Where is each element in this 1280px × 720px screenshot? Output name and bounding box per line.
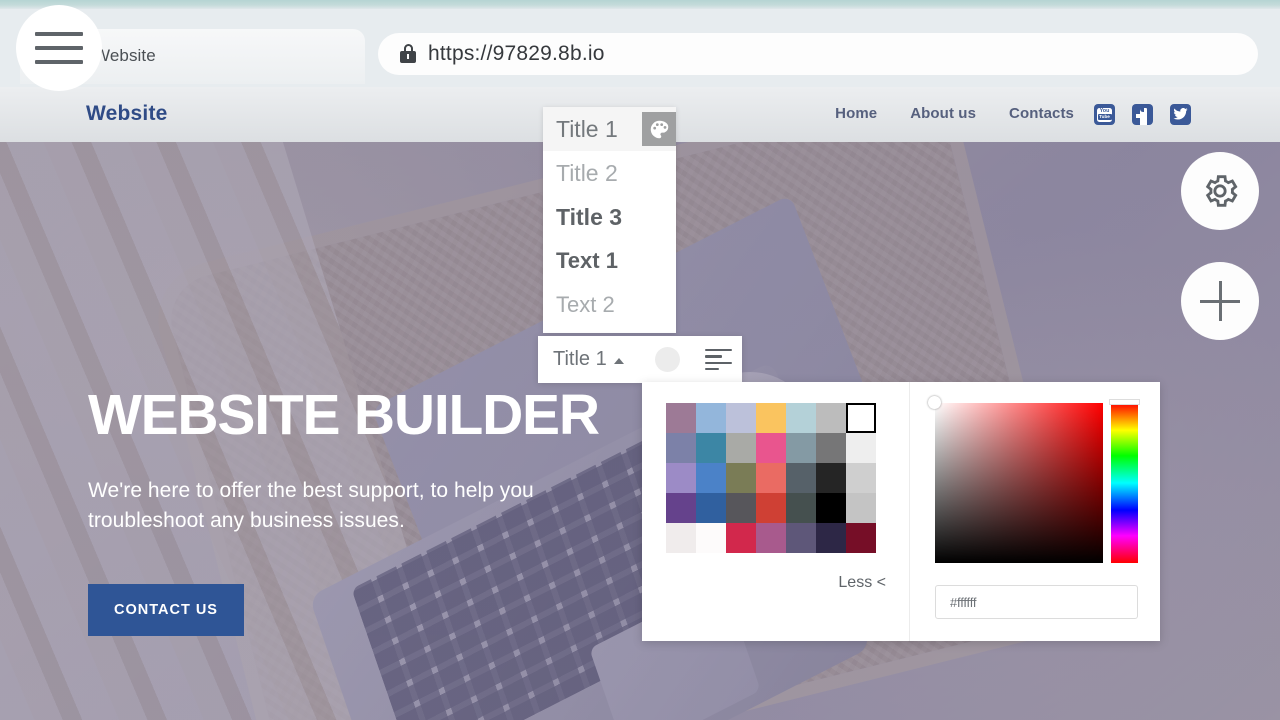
youtube-icon[interactable] xyxy=(1094,104,1115,125)
style-option-title-2[interactable]: Title 2 xyxy=(543,151,676,195)
color-palette-panel: Less < xyxy=(642,382,910,641)
hero-subtitle: We're here to offer the best support, to… xyxy=(88,479,534,532)
text-style-select[interactable]: Title 1 xyxy=(553,348,624,371)
color-swatch[interactable] xyxy=(786,433,816,463)
style-option-label: Text 2 xyxy=(556,292,615,317)
palette-icon[interactable] xyxy=(642,112,676,146)
add-element-fab-button[interactable] xyxy=(1181,262,1259,340)
text-style-select-value: Title 1 xyxy=(553,348,607,370)
color-swatch[interactable] xyxy=(726,523,756,553)
color-swatch[interactable] xyxy=(816,523,846,553)
saturation-value-handle[interactable] xyxy=(928,396,941,409)
social-links xyxy=(1094,104,1191,125)
facebook-icon[interactable] xyxy=(1132,104,1153,125)
hue-slider-handle[interactable] xyxy=(1109,399,1140,405)
color-swatch-grid xyxy=(666,403,876,553)
settings-fab-button[interactable] xyxy=(1181,152,1259,230)
color-swatch[interactable] xyxy=(696,493,726,523)
color-swatch[interactable] xyxy=(846,493,876,523)
color-swatch[interactable] xyxy=(846,463,876,493)
window-top-strip xyxy=(0,0,1280,9)
color-swatch[interactable] xyxy=(846,523,876,553)
color-swatch[interactable] xyxy=(816,493,846,523)
text-style-dropdown-menu: Title 1 Title 2 Title 3 Text 1 Text 2 xyxy=(543,107,676,333)
color-swatch[interactable] xyxy=(696,523,726,553)
style-option-text-2[interactable]: Text 2 xyxy=(543,283,676,327)
site-nav: Home About us Contacts xyxy=(835,105,1074,122)
color-swatch[interactable] xyxy=(666,403,696,433)
color-swatch[interactable] xyxy=(756,493,786,523)
color-picker-popover: Less < #ffffff xyxy=(642,382,1160,641)
style-option-label: Text 1 xyxy=(556,248,618,273)
browser-chrome-bar: Website https://97829.8b.io xyxy=(0,9,1280,87)
gear-icon xyxy=(1205,175,1238,207)
color-swatch[interactable] xyxy=(666,493,696,523)
style-option-title-1[interactable]: Title 1 xyxy=(543,107,676,151)
hamburger-menu-icon[interactable] xyxy=(16,5,102,91)
color-swatch[interactable] xyxy=(786,523,816,553)
style-option-label: Title 2 xyxy=(556,159,618,186)
color-swatch[interactable] xyxy=(726,433,756,463)
text-color-swatch-button[interactable] xyxy=(654,347,680,372)
caret-up-icon xyxy=(613,357,624,364)
color-swatch[interactable] xyxy=(786,493,816,523)
color-swatch[interactable] xyxy=(666,463,696,493)
app-root: Website https://97829.8b.io Website Home… xyxy=(0,0,1280,720)
address-bar-url: https://97829.8b.io xyxy=(428,42,605,65)
hue-slider[interactable] xyxy=(1111,403,1138,563)
twitter-icon[interactable] xyxy=(1170,104,1191,125)
color-swatch[interactable] xyxy=(756,463,786,493)
color-swatch[interactable] xyxy=(756,403,786,433)
color-swatch[interactable] xyxy=(846,403,876,433)
twitter-bird-icon xyxy=(1173,108,1188,120)
address-bar[interactable]: https://97829.8b.io xyxy=(378,33,1258,75)
color-swatch[interactable] xyxy=(786,463,816,493)
nav-item-home[interactable]: Home xyxy=(835,105,877,122)
color-swatch[interactable] xyxy=(846,433,876,463)
style-option-title-3[interactable]: Title 3 xyxy=(543,195,676,239)
hero-title: WEBSITE BUILDER xyxy=(88,383,600,447)
color-swatch[interactable] xyxy=(696,403,726,433)
color-swatch[interactable] xyxy=(756,523,786,553)
style-option-text-1[interactable]: Text 1 xyxy=(543,239,676,283)
contact-us-button[interactable]: CONTACT US xyxy=(88,583,244,636)
hex-color-value: #ffffff xyxy=(950,594,977,610)
lock-icon xyxy=(400,44,416,63)
color-swatch[interactable] xyxy=(816,463,846,493)
style-option-label: Title 1 xyxy=(556,115,618,142)
color-swatch[interactable] xyxy=(726,403,756,433)
custom-color-panel: #ffffff xyxy=(910,382,1160,641)
color-swatch[interactable] xyxy=(666,523,696,553)
hero-content: WEBSITE BUILDER We're here to offer the … xyxy=(88,383,600,636)
color-swatch[interactable] xyxy=(726,493,756,523)
less-toggle-link[interactable]: Less < xyxy=(838,574,886,592)
color-swatch[interactable] xyxy=(816,403,846,433)
browser-tab-title: Website xyxy=(94,46,156,65)
saturation-value-area[interactable] xyxy=(928,396,1103,563)
color-swatch[interactable] xyxy=(696,433,726,463)
color-swatch[interactable] xyxy=(726,463,756,493)
hex-color-input[interactable]: #ffffff xyxy=(935,585,1138,619)
color-swatch[interactable] xyxy=(816,433,846,463)
color-swatch[interactable] xyxy=(666,433,696,463)
color-swatch[interactable] xyxy=(696,463,726,493)
style-option-label: Title 3 xyxy=(556,203,623,230)
nav-item-contacts[interactable]: Contacts xyxy=(1009,105,1074,122)
format-toolbar: Title 1 xyxy=(538,336,742,383)
color-swatch[interactable] xyxy=(786,403,816,433)
nav-item-about-us[interactable]: About us xyxy=(910,105,976,122)
color-swatch[interactable] xyxy=(756,433,786,463)
text-align-left-icon[interactable] xyxy=(704,348,732,371)
site-logo: Website xyxy=(86,102,168,125)
